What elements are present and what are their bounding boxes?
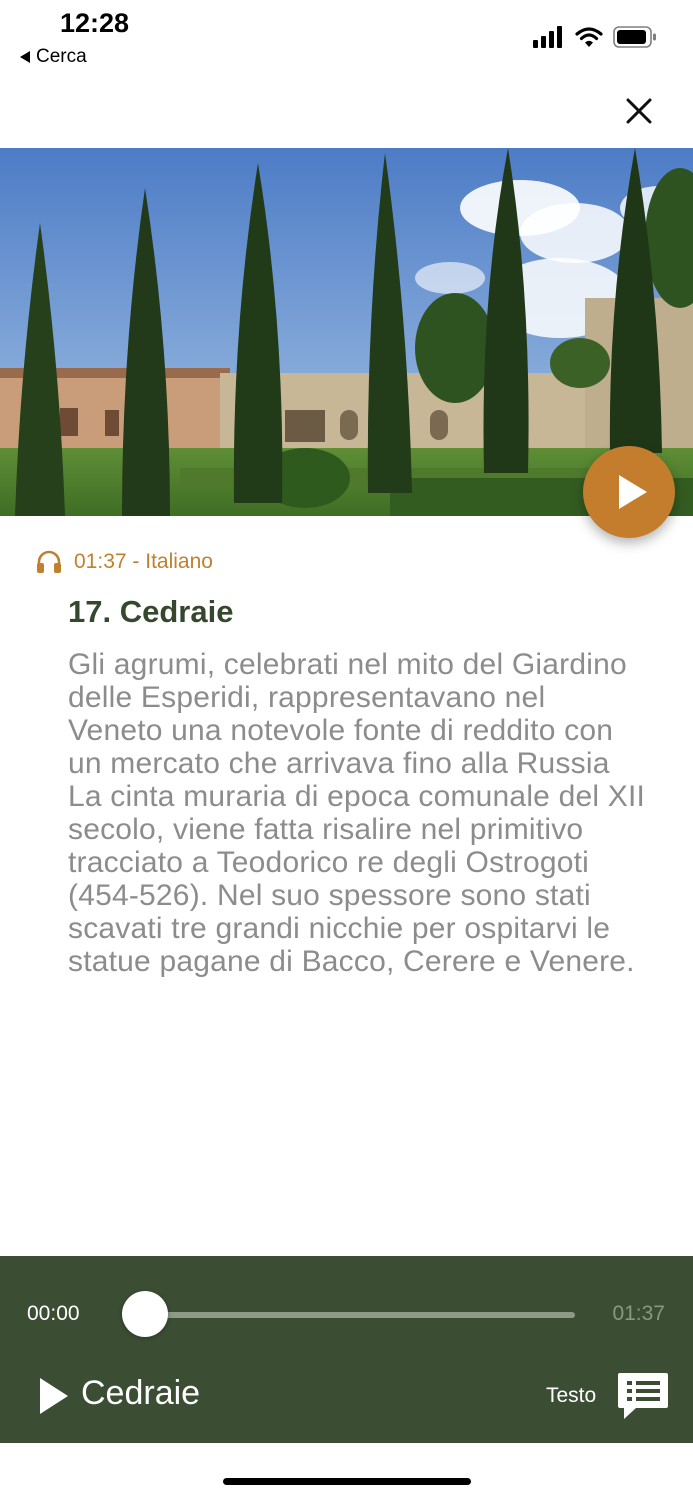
hero-play-button[interactable]: [583, 446, 675, 538]
stop-title: 17. Cedraie: [68, 594, 234, 629]
back-to-search-link[interactable]: Cerca: [20, 46, 87, 68]
stop-description: Gli agrumi, celebrati nel mito del Giard…: [68, 648, 646, 978]
play-icon: [619, 475, 647, 509]
transcript-label[interactable]: Testo: [546, 1384, 596, 1408]
status-icons: [533, 26, 657, 48]
audio-language: Italiano: [145, 550, 213, 573]
audio-meta: 01:37 - Italiano: [36, 550, 213, 574]
track-name: Cedraie: [81, 1374, 201, 1412]
current-time: 00:00: [27, 1302, 80, 1325]
garden-photo: [0, 148, 693, 516]
status-time: 12:28: [60, 8, 130, 38]
audio-player: 00:00 01:37 Cedraie Testo: [0, 1256, 693, 1443]
battery-icon: [613, 26, 656, 48]
close-icon[interactable]: [622, 94, 656, 128]
home-indicator[interactable]: [223, 1478, 471, 1485]
back-label: Cerca: [36, 46, 87, 67]
cellular-signal-icon: [533, 26, 562, 48]
audio-duration: 01:37: [74, 550, 127, 573]
player-play-icon[interactable]: [40, 1378, 68, 1414]
transcript-icon[interactable]: [616, 1370, 670, 1422]
total-time: 01:37: [612, 1302, 665, 1325]
headphones-icon: [37, 550, 61, 573]
progress-knob[interactable]: [122, 1291, 168, 1337]
meta-separator: -: [126, 550, 146, 573]
wifi-icon: [575, 27, 603, 47]
progress-track[interactable]: [145, 1312, 575, 1318]
back-arrow-icon: [20, 51, 30, 63]
